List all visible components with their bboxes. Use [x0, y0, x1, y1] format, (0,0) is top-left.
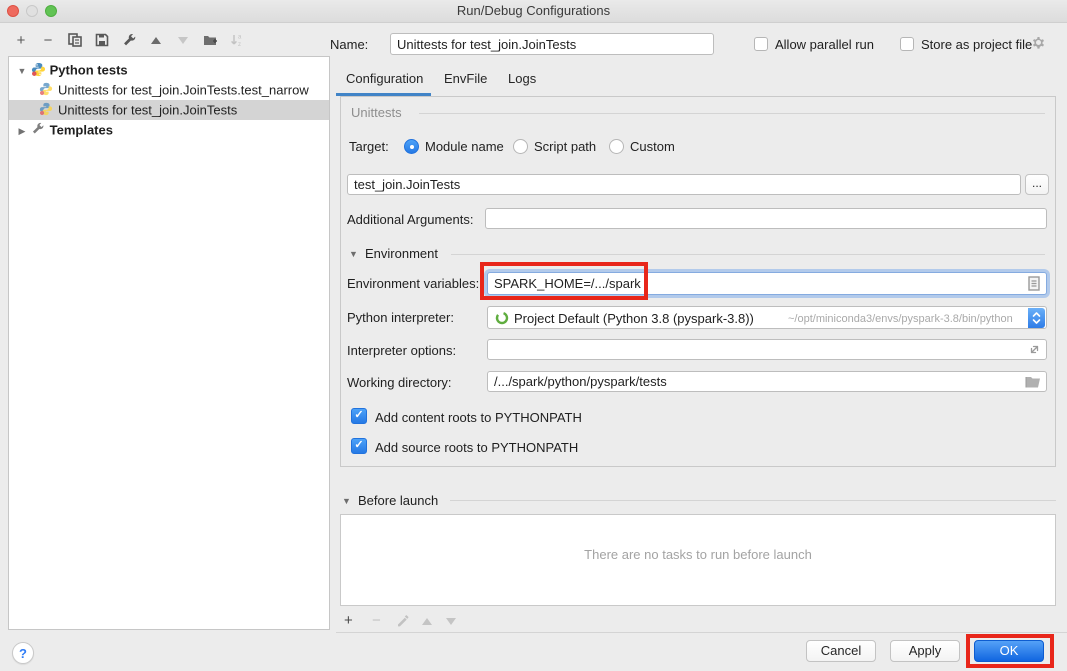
- remove-task-icon: −: [372, 612, 381, 629]
- add-configuration-icon[interactable]: +: [13, 32, 29, 48]
- add-source-roots-checkbox[interactable]: ✓: [351, 438, 367, 454]
- before-launch-empty-text: There are no tasks to run before launch: [341, 547, 1055, 562]
- working-directory-label: Working directory:: [347, 375, 452, 390]
- tree-item-label: Python tests: [50, 63, 128, 78]
- before-launch-collapse-icon[interactable]: ▼: [342, 496, 351, 506]
- python-test-config-icon: [39, 102, 54, 117]
- additional-arguments-label: Additional Arguments:: [347, 212, 473, 227]
- target-script-path-radio[interactable]: [513, 139, 528, 154]
- tab-envfile[interactable]: EnvFile: [444, 71, 487, 86]
- cancel-button[interactable]: Cancel: [806, 640, 876, 662]
- python-tests-icon: [31, 62, 46, 77]
- move-task-up-icon: [422, 618, 432, 625]
- group-separator: [419, 113, 1045, 114]
- add-content-roots-label: Add content roots to PYTHONPATH: [375, 410, 582, 425]
- tree-item-python-tests[interactable]: ▼ Python tests: [9, 60, 329, 80]
- target-module-name-radio[interactable]: [404, 139, 419, 154]
- additional-arguments-input[interactable]: [485, 208, 1047, 229]
- python-interpreter-select[interactable]: Project Default (Python 3.8 (pyspark-3.8…: [487, 306, 1047, 329]
- svg-text:a: a: [238, 35, 242, 41]
- unittests-group-label: Unittests: [351, 105, 402, 120]
- help-button[interactable]: ?: [12, 642, 34, 664]
- copy-configuration-icon[interactable]: [67, 32, 83, 48]
- tree-item-unittest-jointests[interactable]: Unittests for test_join.JoinTests: [9, 100, 329, 120]
- active-tab-underline: [336, 93, 431, 96]
- python-interpreter-label: Python interpreter:: [347, 310, 454, 325]
- target-label: Target:: [349, 139, 389, 154]
- configurations-tree: ▼ Python tests Unittests for test_join.J…: [8, 56, 330, 630]
- sort-alphabetically-icon: az: [229, 32, 245, 48]
- target-custom-radio[interactable]: [609, 139, 624, 154]
- target-custom-label: Custom: [630, 139, 675, 154]
- svg-text:z: z: [238, 42, 241, 47]
- target-module-name-label: Module name: [425, 139, 504, 154]
- interpreter-value: Project Default (Python 3.8 (pyspark-3.8…: [514, 311, 754, 326]
- before-launch-tasks-box: There are no tasks to run before launch: [340, 514, 1056, 606]
- python-test-config-icon: [39, 82, 54, 97]
- tree-item-label: Unittests for test_join.JoinTests: [58, 103, 237, 118]
- working-directory-input[interactable]: [487, 371, 1047, 392]
- footer-separator: [336, 632, 1067, 633]
- tree-item-label: Unittests for test_join.JoinTests.test_n…: [58, 83, 309, 98]
- tree-item-label: Templates: [50, 123, 113, 138]
- environment-section-label: Environment: [365, 246, 438, 261]
- tree-item-unittest-narrow[interactable]: Unittests for test_join.JoinTests.test_n…: [9, 80, 329, 100]
- templates-icon: [31, 122, 46, 137]
- expand-field-icon[interactable]: [1028, 343, 1041, 356]
- save-configuration-icon[interactable]: [94, 32, 110, 48]
- tab-logs[interactable]: Logs: [508, 71, 536, 86]
- name-input[interactable]: [390, 33, 714, 55]
- before-launch-separator: [450, 500, 1056, 501]
- environment-variables-input[interactable]: [487, 272, 1047, 295]
- name-label: Name:: [330, 37, 368, 52]
- target-script-path-label: Script path: [534, 139, 596, 154]
- environment-variables-label: Environment variables:: [347, 276, 479, 291]
- new-folder-icon[interactable]: [202, 32, 218, 48]
- edit-templates-icon[interactable]: [121, 32, 137, 48]
- gear-icon[interactable]: [1029, 35, 1045, 51]
- allow-parallel-run-label: Allow parallel run: [775, 37, 874, 52]
- add-content-roots-checkbox[interactable]: ✓: [351, 408, 367, 424]
- ok-button[interactable]: OK: [974, 640, 1044, 662]
- conda-env-icon: [495, 311, 509, 325]
- interpreter-options-label: Interpreter options:: [347, 343, 456, 358]
- move-task-down-icon: [446, 618, 456, 625]
- module-name-input[interactable]: [347, 174, 1021, 195]
- window-title: Run/Debug Configurations: [0, 3, 1067, 18]
- move-down-icon: [175, 32, 191, 48]
- environment-collapse-icon[interactable]: ▼: [349, 249, 358, 259]
- environment-separator: [451, 254, 1045, 255]
- configuration-panel: Unittests Target: Module name Script pat…: [340, 96, 1056, 467]
- move-up-icon[interactable]: [148, 32, 164, 48]
- before-launch-label: Before launch: [358, 493, 438, 508]
- expand-arrow-icon[interactable]: ▶: [17, 121, 27, 140]
- interpreter-stepper-icon[interactable]: [1028, 308, 1045, 328]
- edit-task-icon: [396, 614, 410, 628]
- store-as-project-file-label: Store as project file: [921, 37, 1032, 52]
- tab-configuration[interactable]: Configuration: [346, 71, 423, 86]
- allow-parallel-run-checkbox[interactable]: [754, 37, 768, 51]
- add-source-roots-label: Add source roots to PYTHONPATH: [375, 440, 578, 455]
- interpreter-path: ~/opt/miniconda3/envs/pyspark-3.8/bin/py…: [788, 313, 1013, 325]
- interpreter-options-input[interactable]: [487, 339, 1047, 360]
- tree-item-templates[interactable]: ▶ Templates: [9, 120, 329, 140]
- configurations-toolbar: + − az: [13, 32, 256, 48]
- edit-variables-icon[interactable]: [1027, 276, 1041, 291]
- store-as-project-file-checkbox[interactable]: [900, 37, 914, 51]
- title-bar: Run/Debug Configurations: [0, 0, 1067, 23]
- browse-module-button[interactable]: ...: [1025, 174, 1049, 195]
- add-task-icon[interactable]: +: [344, 612, 353, 629]
- remove-configuration-icon[interactable]: −: [40, 32, 56, 48]
- collapse-arrow-icon[interactable]: ▼: [17, 61, 27, 80]
- browse-folder-icon[interactable]: [1025, 375, 1041, 388]
- apply-button[interactable]: Apply: [890, 640, 960, 662]
